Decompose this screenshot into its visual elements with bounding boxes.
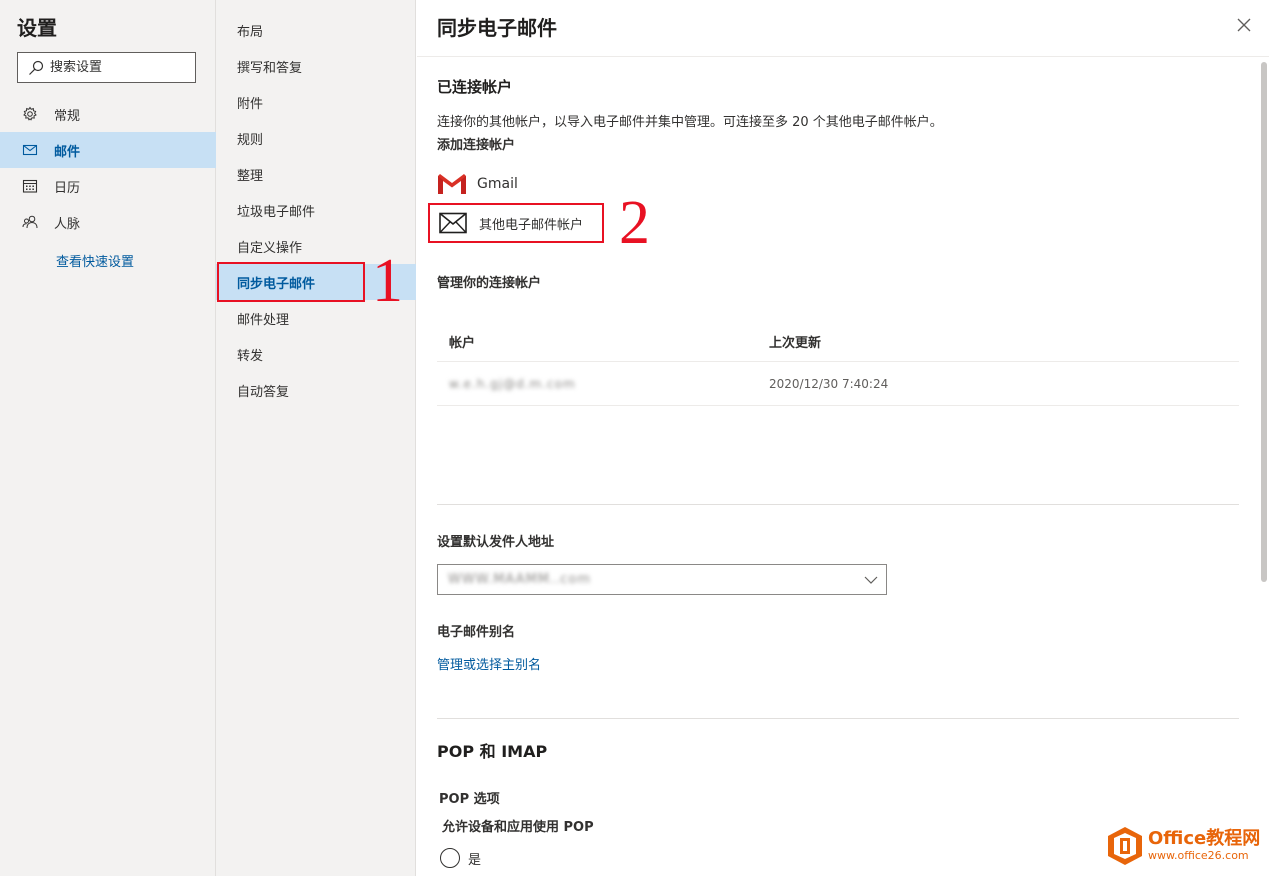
gmail-label: Gmail <box>477 176 518 192</box>
section-divider <box>437 504 1239 505</box>
subnav-item-junk[interactable]: 垃圾电子邮件 <box>216 192 416 228</box>
pop-options-label: POP 选项 <box>439 792 500 807</box>
gear-icon <box>23 106 37 121</box>
section-divider <box>437 718 1239 719</box>
envelope-icon <box>439 212 467 234</box>
add-account-label: 添加连接帐户 <box>437 138 516 153</box>
column-header-last-updated: 上次更新 <box>769 336 822 351</box>
connected-accounts-heading: 已连接帐户 <box>437 78 513 96</box>
annotation-number-1: 1 <box>372 247 403 315</box>
mail-icon <box>22 144 38 156</box>
watermark-url: www.office26.com <box>1148 849 1249 862</box>
search-input[interactable] <box>50 60 180 75</box>
nav-item-mail[interactable]: 邮件 <box>0 132 216 168</box>
nav-item-label: 常规 <box>54 108 81 124</box>
gmail-icon <box>438 174 466 194</box>
nav-item-label: 人脉 <box>54 216 81 232</box>
chevron-down-icon <box>864 576 878 584</box>
default-from-select[interactable]: WWW.MAAMM..com <box>437 564 887 595</box>
nav-item-label: 邮件 <box>54 144 81 160</box>
header-divider <box>417 56 1269 57</box>
table-row[interactable]: w.e.h.gj@d.m.com 2020/12/30 7:40:24 <box>437 362 1239 406</box>
pop-imap-heading: POP 和 IMAP <box>437 742 548 761</box>
watermark: Office教程网 www.office26.com <box>1106 826 1260 866</box>
connected-description: 连接你的其他帐户，以导入电子邮件并集中管理。可连接至多 20 个其他电子邮件帐户… <box>437 115 943 130</box>
people-icon <box>22 215 38 229</box>
office-logo-icon <box>1108 827 1142 865</box>
accounts-table-header: 帐户 上次更新 <box>437 322 1239 362</box>
other-email-account-button[interactable]: 其他电子邮件帐户 <box>428 203 604 243</box>
scrollbar[interactable] <box>1261 62 1267 582</box>
subnav-item-attachments[interactable]: 附件 <box>216 84 416 120</box>
allow-pop-label: 允许设备和应用使用 POP <box>442 820 594 835</box>
close-icon[interactable] <box>1235 16 1253 34</box>
nav-item-calendar[interactable]: 日历 <box>0 168 216 204</box>
annotation-number-2: 2 <box>619 189 650 257</box>
pop-yes-radio[interactable]: 是 <box>440 848 481 868</box>
subnav-item-rules[interactable]: 规则 <box>216 120 416 156</box>
annotation-box-1 <box>217 262 365 302</box>
other-email-label: 其他电子邮件帐户 <box>479 217 584 233</box>
subnav-item-compose[interactable]: 撰写和答复 <box>216 48 416 84</box>
nav-item-general[interactable]: 常规 <box>0 96 216 132</box>
radio-label: 是 <box>468 852 482 868</box>
subnav-item-sweep[interactable]: 整理 <box>216 156 416 192</box>
settings-nav: 设置 常规 邮件 日历 人脉 查看快速设置 <box>0 0 216 876</box>
nav-item-people[interactable]: 人脉 <box>0 204 216 240</box>
gmail-option[interactable]: Gmail <box>437 170 518 198</box>
sync-email-panel: 同步电子邮件 已连接帐户 连接你的其他帐户，以导入电子邮件并集中管理。可连接至多… <box>417 0 1269 876</box>
last-updated-time: 2020/12/30 7:40:24 <box>769 376 889 391</box>
panel-title: 同步电子邮件 <box>437 16 557 40</box>
search-box[interactable] <box>17 52 196 83</box>
manage-accounts-label: 管理你的连接帐户 <box>437 276 542 291</box>
mail-subnav: 布局 撰写和答复 附件 规则 整理 垃圾电子邮件 自定义操作 同步电子邮件 邮件… <box>216 0 416 876</box>
subnav-item-forwarding[interactable]: 转发 <box>216 336 416 372</box>
radio-button[interactable] <box>440 848 460 868</box>
settings-title: 设置 <box>17 16 57 40</box>
watermark-brand: Office教程网 <box>1148 828 1261 849</box>
manage-alias-link[interactable]: 管理或选择主别名 <box>437 654 541 673</box>
calendar-icon <box>22 179 38 193</box>
account-email: w.e.h.gj@d.m.com <box>449 376 576 391</box>
nav-item-label: 日历 <box>54 180 81 196</box>
default-from-value: WWW.MAAMM..com <box>448 572 592 587</box>
column-header-account: 帐户 <box>449 336 476 351</box>
subnav-item-layout[interactable]: 布局 <box>216 12 416 48</box>
default-from-label: 设置默认发件人地址 <box>437 535 555 550</box>
quick-settings-link[interactable]: 查看快速设置 <box>56 251 134 270</box>
search-icon <box>29 60 44 75</box>
alias-label: 电子邮件别名 <box>437 625 516 640</box>
subnav-item-auto-reply[interactable]: 自动答复 <box>216 372 416 408</box>
